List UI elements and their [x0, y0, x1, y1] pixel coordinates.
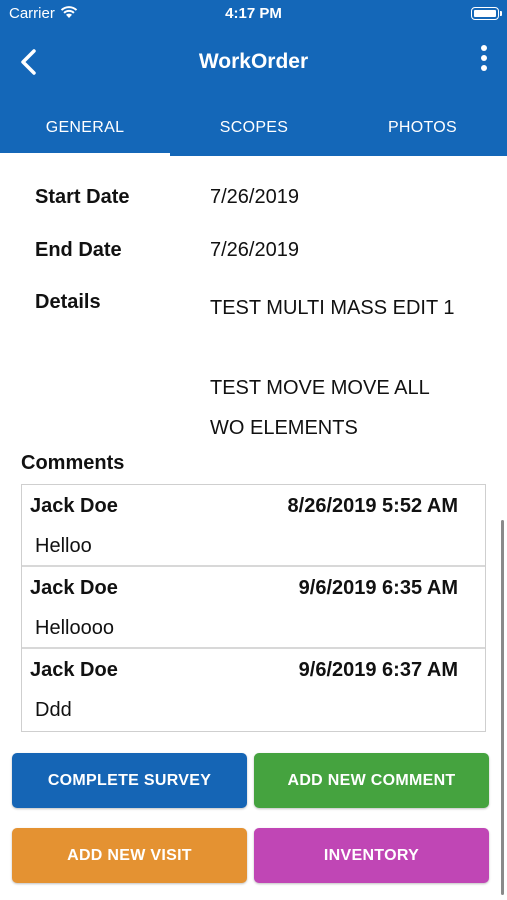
end-date-label: End Date	[35, 239, 122, 261]
comment-author: Jack Doe	[30, 659, 118, 681]
active-tab-indicator	[0, 153, 170, 156]
tab-photos[interactable]: PHOTOS	[338, 96, 507, 156]
nav-bar: WorkOrder	[0, 30, 507, 96]
complete-survey-button[interactable]: COMPLETE SURVEY	[12, 753, 247, 808]
details-value: TEST MULTI MASS EDIT 1 TEST MOVE MOVE AL…	[210, 288, 480, 448]
add-new-comment-button[interactable]: ADD NEW COMMENT	[254, 753, 489, 808]
start-date-value: 7/26/2019	[210, 186, 299, 208]
comment-text: Helloo	[35, 535, 92, 557]
inventory-button[interactable]: INVENTORY	[254, 828, 489, 883]
details-line: TEST MULTI MASS EDIT 1	[210, 297, 455, 319]
start-date-label: Start Date	[35, 186, 130, 208]
battery-icon	[471, 7, 502, 20]
comments-list[interactable]: Jack Doe 8/26/2019 5:52 AM Helloo Jack D…	[21, 484, 486, 732]
tab-general[interactable]: GENERAL	[0, 96, 170, 156]
comment-item[interactable]: Jack Doe 9/6/2019 6:35 AM Helloooo	[22, 567, 485, 649]
comment-author: Jack Doe	[30, 495, 118, 517]
add-new-visit-button[interactable]: ADD NEW VISIT	[12, 828, 247, 883]
scrollbar[interactable]	[501, 520, 504, 895]
comment-author: Jack Doe	[30, 577, 118, 599]
comment-text: Helloooo	[35, 617, 114, 639]
details-label: Details	[35, 291, 101, 313]
comment-date: 9/6/2019 6:35 AM	[298, 577, 458, 599]
comment-item[interactable]: Jack Doe 8/26/2019 5:52 AM Helloo	[22, 485, 485, 567]
more-vertical-icon[interactable]	[479, 45, 489, 77]
tab-scopes[interactable]: SCOPES	[170, 96, 338, 156]
status-time: 4:17 PM	[225, 5, 282, 22]
page-title: WorkOrder	[198, 50, 309, 73]
status-bar: Carrier 4:17 PM	[0, 0, 507, 30]
comment-item[interactable]: Jack Doe 9/6/2019 6:37 AM Ddd	[22, 649, 485, 731]
comment-text: Ddd	[35, 699, 72, 721]
tab-bar: GENERAL SCOPES PHOTOS	[0, 96, 507, 156]
comment-date: 8/26/2019 5:52 AM	[287, 495, 458, 517]
details-line: WO ELEMENTS	[210, 417, 358, 439]
end-date-value: 7/26/2019	[210, 239, 299, 261]
details-line	[210, 328, 480, 368]
details-line: TEST MOVE MOVE ALL	[210, 377, 430, 399]
comments-heading: Comments	[21, 452, 125, 474]
comment-date: 9/6/2019 6:37 AM	[298, 659, 458, 681]
